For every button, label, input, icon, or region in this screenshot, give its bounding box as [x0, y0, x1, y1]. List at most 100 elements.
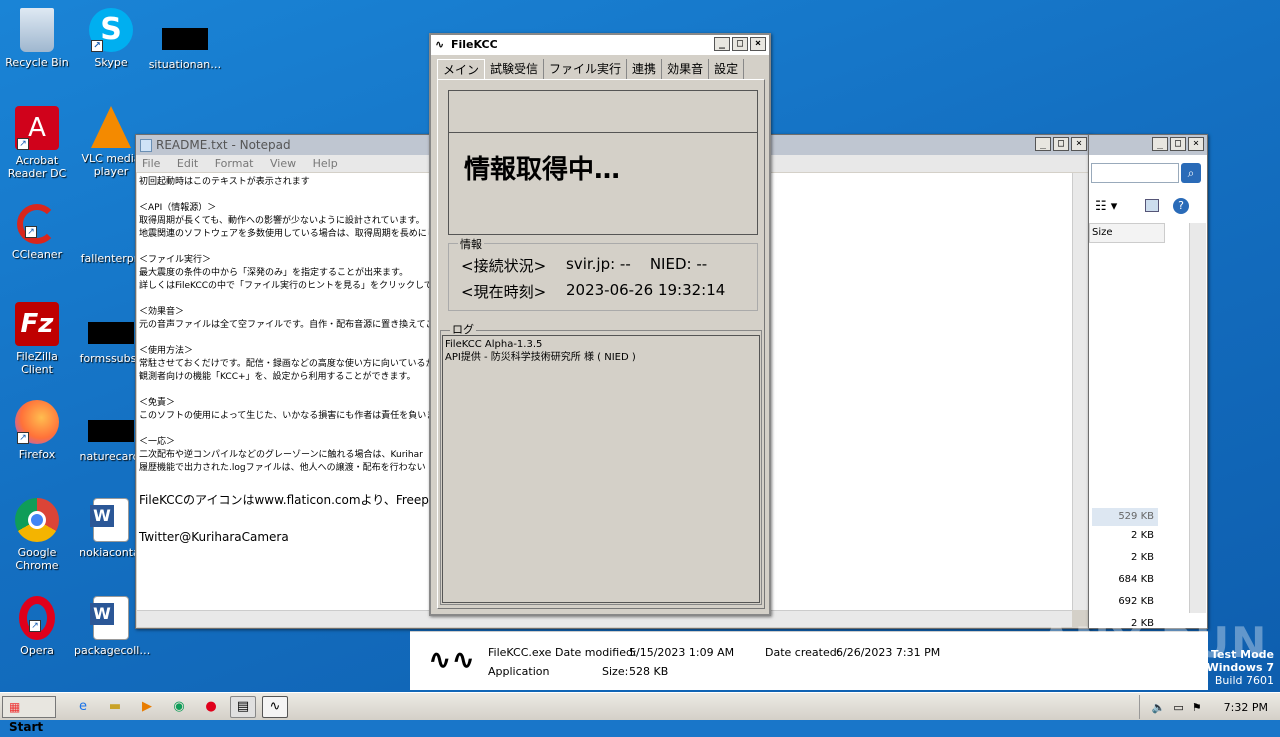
vertical-scrollbar[interactable]: [1072, 173, 1089, 610]
opera-taskbar-icon[interactable]: ●: [198, 696, 224, 718]
desktop-icon-acrobat[interactable]: A ↗ Acrobat Reader DC: [0, 106, 74, 180]
start-label: Start: [9, 719, 44, 734]
filekcc-taskbar-icon[interactable]: ∿: [262, 695, 288, 718]
help-icon[interactable]: ?: [1173, 198, 1189, 214]
flag-icon[interactable]: ⚑: [1192, 701, 1202, 714]
file-size-cell: 2 KB: [1131, 530, 1154, 541]
desktop-icon-skype[interactable]: S ↗ Skype: [74, 8, 148, 69]
maximize-button[interactable]: □: [1053, 137, 1069, 151]
close-button[interactable]: ×: [1071, 137, 1087, 151]
waveform-icon: ∿∿: [428, 643, 475, 676]
chrome-icon: [15, 498, 59, 542]
desktop: Recycle Bin S ↗ Skype situationan… A ↗ Acr…: [0, 0, 1280, 692]
desktop-icon-label: Google Chrome: [15, 546, 59, 572]
maximize-button[interactable]: □: [732, 37, 748, 51]
notepad-icon: [140, 139, 152, 152]
tab-sound-effects[interactable]: 効果音: [662, 59, 710, 79]
menu-help[interactable]: Help: [313, 157, 338, 170]
status-text: 情報取得中…: [464, 155, 621, 185]
skype-icon: S ↗: [89, 8, 133, 52]
notepad-taskbar-icon[interactable]: ▤: [230, 695, 256, 718]
desktop-icon-recycle-bin[interactable]: Recycle Bin: [0, 8, 74, 69]
main-tab-panel: 情報取得中… 情報 <接続状況> svir.jp: -- NIED: -- <現…: [437, 79, 765, 609]
minimize-button[interactable]: _: [714, 37, 730, 51]
word-doc-icon: W: [90, 498, 129, 542]
status-display: 情報取得中…: [448, 90, 758, 235]
search-box[interactable]: [1091, 163, 1179, 183]
waveform-icon: ∿: [435, 38, 445, 51]
info-group: 情報 <接続状況> svir.jp: -- NIED: -- <現在時刻> 20…: [448, 236, 758, 311]
filekcc-title: FileKCC: [451, 38, 498, 51]
search-icon[interactable]: ⌕: [1181, 163, 1201, 183]
desktop-icon-label: fallenterpri: [80, 252, 142, 265]
watermark-line: Windows 7: [1206, 661, 1274, 674]
clock[interactable]: 7:32 PM: [1224, 701, 1268, 714]
menu-view[interactable]: View: [270, 157, 296, 170]
connection-value: svir.jp: -- NIED: --: [566, 255, 708, 273]
log-textarea[interactable]: FileKCC Alpha-1.3.5 API提供 - 防災科学技術研究所 様 …: [442, 335, 760, 603]
desktop-icon-label: naturecarol: [79, 450, 143, 463]
explorer-titlebar[interactable]: _ □ ×: [1089, 135, 1207, 155]
chrome-taskbar-icon[interactable]: ◉: [166, 696, 192, 718]
volume-icon[interactable]: 🔈: [1152, 701, 1166, 714]
desktop-icon-label: Skype: [94, 56, 128, 69]
explorer-vertical-scrollbar[interactable]: [1189, 223, 1206, 613]
tab-file-execute[interactable]: ファイル実行: [544, 59, 628, 79]
start-button[interactable]: ▦ Start: [2, 695, 56, 734]
filekcc-titlebar[interactable]: ∿ FileKCC _ □ ×: [431, 35, 769, 55]
desktop-icon-chrome[interactable]: Google Chrome: [0, 498, 74, 572]
desktop-icon-filezilla[interactable]: Fz FileZilla Client: [0, 302, 74, 376]
desktop-icon-label: Firefox: [18, 448, 56, 461]
filekcc-window[interactable]: ∿ FileKCC _ □ × メイン 試験受信 ファイル実行 連携 効果音 設定…: [429, 33, 771, 616]
minimize-button[interactable]: _: [1035, 137, 1051, 151]
details-modified-label: Date modified:: [555, 646, 637, 659]
network-icon[interactable]: ▭: [1173, 701, 1183, 714]
details-created-value: 6/26/2023 7:31 PM: [836, 646, 941, 659]
desktop-icon-label: VLC media player: [81, 152, 141, 178]
desktop-icon-label: CCleaner: [11, 248, 63, 261]
tab-link[interactable]: 連携: [627, 59, 663, 79]
word-doc-icon: W: [90, 596, 129, 640]
desktop-icon-label: Opera: [20, 644, 54, 657]
desktop-icon-opera[interactable]: ↗ Opera: [0, 596, 74, 657]
desktop-icon-label: FileZilla Client: [16, 350, 58, 376]
time-value: 2023-06-26 19:32:14: [566, 281, 726, 299]
tab-main[interactable]: メイン: [437, 59, 486, 79]
tab-test-receive[interactable]: 試験受信: [485, 59, 545, 79]
watermark-line: Test Mode: [1211, 648, 1274, 661]
file-size-cell: 529 KB: [1092, 508, 1158, 526]
time-label: <現在時刻>: [461, 283, 547, 301]
explorer-taskbar-icon[interactable]: ▬: [102, 696, 128, 718]
tab-settings[interactable]: 設定: [709, 59, 745, 79]
watermark-line: Build 7601: [1214, 674, 1274, 687]
desktop-icon-ccleaner[interactable]: ↗ CCleaner: [0, 204, 74, 261]
close-button[interactable]: ×: [1188, 137, 1204, 151]
desktop-icon-firefox[interactable]: ↗ Firefox: [0, 400, 74, 461]
windows-logo-icon: ▦: [9, 699, 21, 714]
column-header-size[interactable]: Size: [1089, 223, 1165, 243]
redacted-icon: [88, 420, 134, 442]
preview-pane-icon[interactable]: [1145, 199, 1159, 212]
acrobat-icon: A ↗: [15, 106, 59, 150]
connection-label: <接続状況>: [461, 257, 547, 275]
file-size-cell: 684 KB: [1118, 574, 1154, 585]
menu-file[interactable]: File: [142, 157, 160, 170]
close-button[interactable]: ×: [750, 37, 766, 51]
desktop-icon-situationan[interactable]: situationan…: [148, 8, 222, 71]
menu-edit[interactable]: Edit: [177, 157, 198, 170]
firefox-icon: ↗: [15, 400, 59, 444]
log-line: API提供 - 防災科学技術研究所 様 ( NIED ): [445, 352, 636, 363]
minimize-button[interactable]: _: [1152, 137, 1168, 151]
ie-taskbar-icon[interactable]: e: [70, 696, 96, 718]
filekcc-tabs: メイン 試験受信 ファイル実行 連携 効果音 設定: [437, 59, 745, 79]
vlc-icon: [91, 106, 131, 148]
notepad-title: README.txt - Notepad: [156, 138, 291, 152]
windows-test-mode-watermark: Test Mode Windows 7 Build 7601: [1207, 648, 1274, 687]
media-player-taskbar-icon[interactable]: ▶: [134, 696, 160, 718]
system-tray: 🔈 ▭ ⚑ 7:32 PM: [1138, 695, 1280, 719]
ccleaner-icon: ↗: [17, 204, 57, 244]
menu-format[interactable]: Format: [215, 157, 254, 170]
maximize-button[interactable]: □: [1170, 137, 1186, 151]
view-options-icon[interactable]: ☷ ▾: [1095, 199, 1117, 214]
opera-icon: ↗: [19, 596, 55, 640]
